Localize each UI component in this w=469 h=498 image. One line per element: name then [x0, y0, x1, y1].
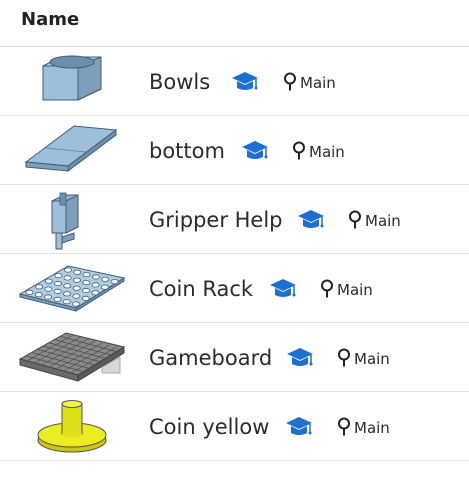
branch-pin-icon	[349, 210, 361, 229]
graduation-cap-icon	[298, 210, 324, 228]
document-row-coin-yellow[interactable]: Coin yellow Main	[0, 392, 469, 461]
name-column-header[interactable]: Name	[21, 9, 79, 30]
branch-label: Main	[309, 143, 345, 161]
branch-pin-icon	[321, 279, 333, 298]
document-name[interactable]: Coin Rack	[149, 277, 253, 301]
document-row-bottom[interactable]: bottom Main	[0, 116, 469, 185]
branch-label: Main	[354, 419, 390, 437]
coin-rack-thumbnail	[18, 265, 126, 312]
document-row-gameboard[interactable]: Gameboard Main	[0, 323, 469, 392]
branch-pin-icon	[284, 72, 296, 91]
branch-label: Main	[365, 212, 401, 230]
document-name[interactable]: Bowls	[149, 70, 210, 94]
document-name[interactable]: bottom	[149, 139, 225, 163]
graduation-cap-icon	[232, 72, 258, 90]
branch-pin-icon	[338, 417, 350, 436]
branch-label: Main	[337, 281, 373, 299]
document-name[interactable]: Coin yellow	[149, 415, 269, 439]
document-row-bowls[interactable]: Bowls Main	[0, 47, 469, 116]
graduation-cap-icon	[242, 141, 268, 159]
graduation-cap-icon	[286, 417, 312, 435]
branch-pin-icon	[293, 141, 305, 160]
document-name[interactable]: Gripper Help	[149, 208, 283, 232]
document-name[interactable]: Gameboard	[149, 346, 272, 370]
graduation-cap-icon	[270, 279, 296, 297]
document-row-coin-rack[interactable]: Coin Rack Main	[0, 254, 469, 323]
gameboard-thumbnail	[18, 332, 126, 382]
graduation-cap-icon	[287, 348, 313, 366]
gripper-part-thumbnail	[51, 192, 79, 250]
bowl-part-thumbnail	[42, 55, 102, 101]
branch-label: Main	[354, 350, 390, 368]
yellow-coin-thumbnail	[37, 400, 107, 453]
plate-part-thumbnail	[24, 125, 118, 172]
branch-label: Main	[300, 74, 336, 92]
list-header: Name	[0, 0, 469, 47]
document-row-gripper-help[interactable]: Gripper Help Main	[0, 185, 469, 254]
branch-pin-icon	[338, 348, 350, 367]
